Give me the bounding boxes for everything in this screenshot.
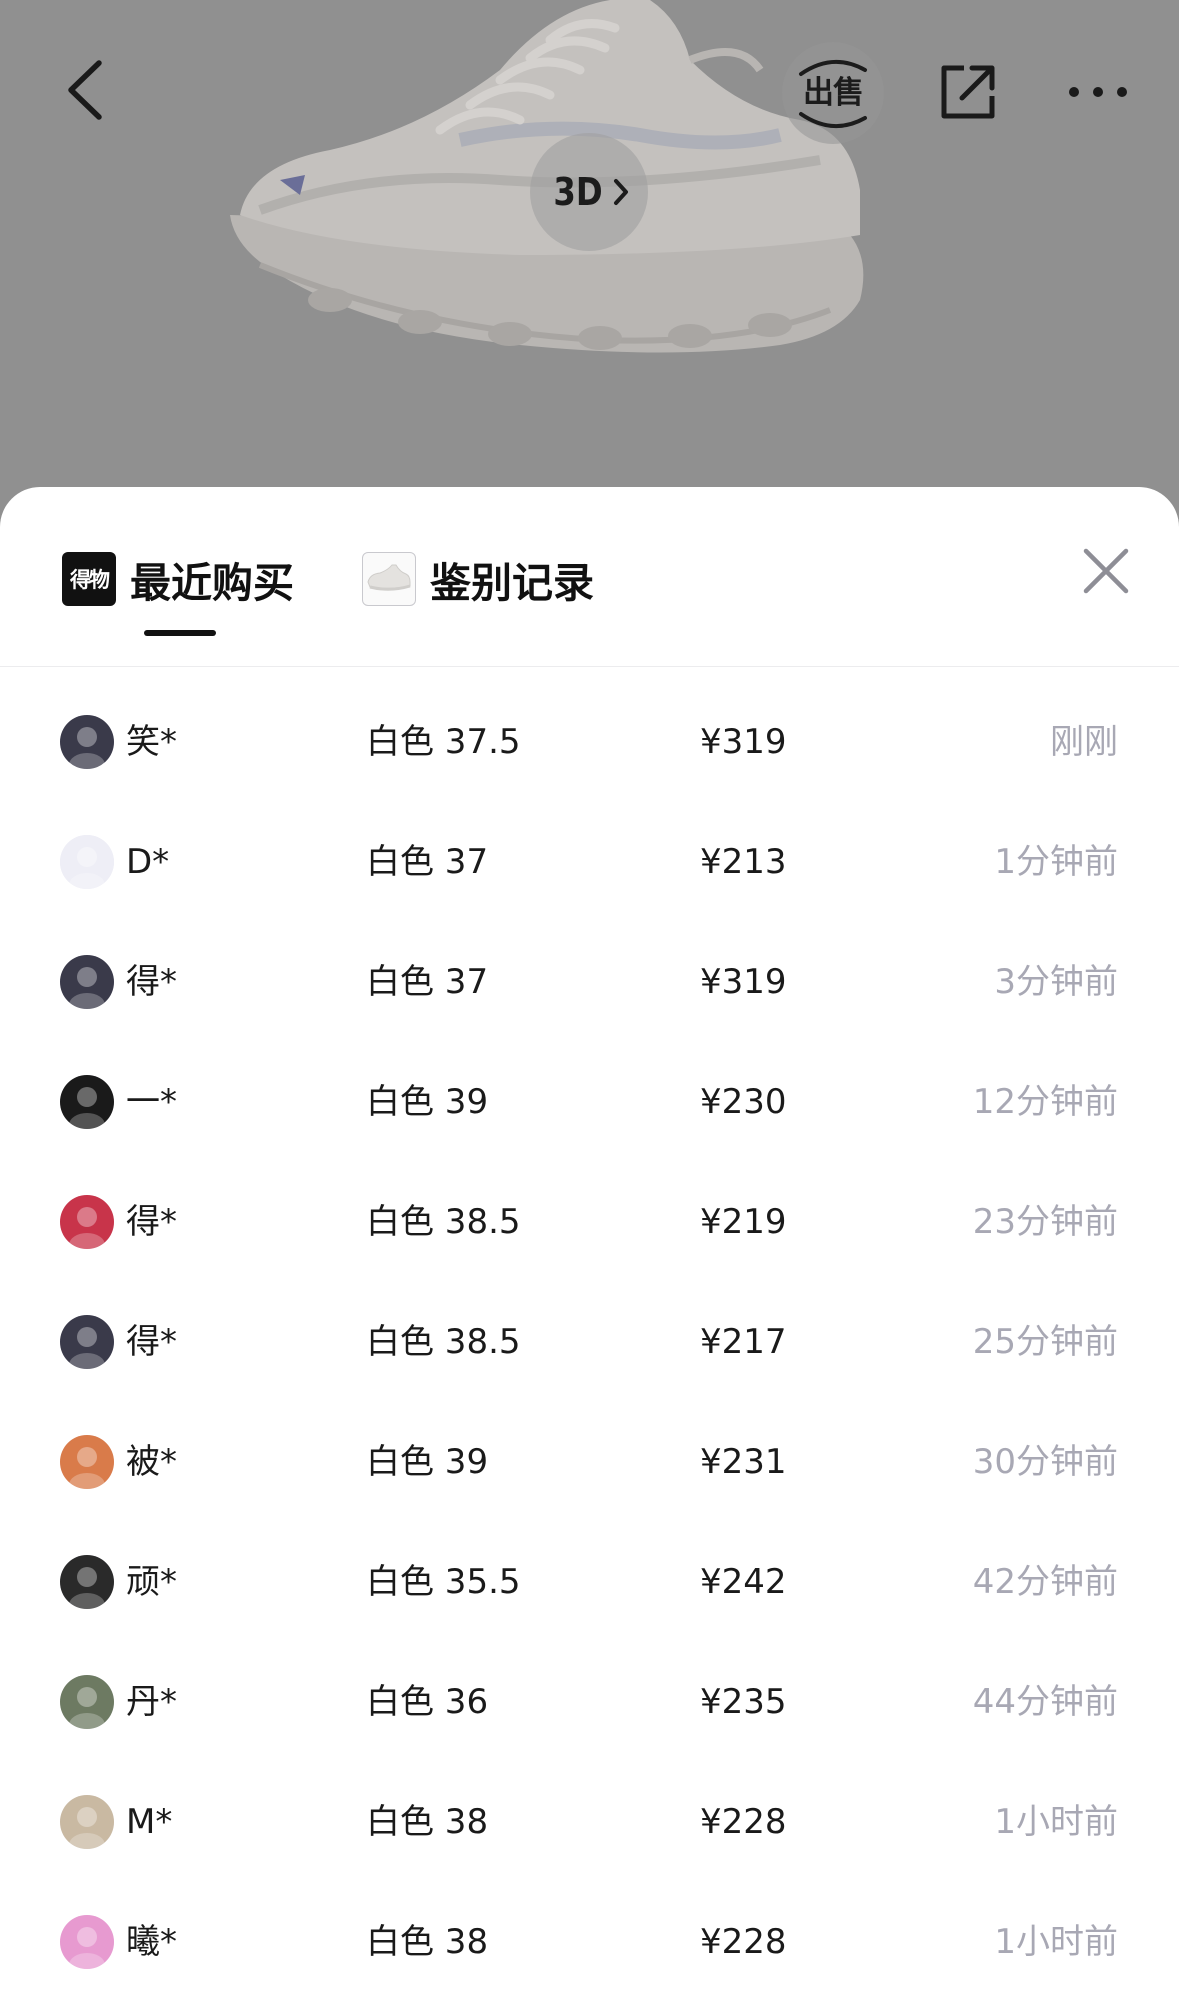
view-3d-button[interactable]: 3D: [530, 133, 648, 251]
user-avatar: [60, 835, 114, 889]
chevron-left-icon: [68, 60, 102, 120]
user-avatar: [60, 1315, 114, 1369]
purchase-time: 12分钟前: [972, 1082, 1118, 1122]
tab-authentication-records-label: 鉴别记录: [430, 559, 594, 607]
purchase-time: 42分钟前: [972, 1562, 1118, 1602]
purchase-price: ¥228: [700, 1802, 787, 1842]
purchase-row: 丹* 白色 36 ¥235 44分钟前: [0, 1642, 1179, 1762]
purchase-time: 3分钟前: [994, 962, 1118, 1002]
product-spec: 白色 35.5: [366, 1562, 521, 1602]
buyer-name: 得*: [126, 1322, 177, 1362]
chevron-right-icon: [613, 179, 628, 205]
purchase-time: 23分钟前: [972, 1202, 1118, 1242]
purchase-time: 1小时前: [994, 1802, 1118, 1842]
purchase-price: ¥319: [700, 722, 787, 762]
buyer-name: 得*: [126, 1202, 177, 1242]
buyer-name: 笑*: [126, 722, 177, 762]
tab-authentication-records[interactable]: 鉴别记录: [362, 549, 594, 609]
purchase-price: ¥242: [700, 1562, 787, 1602]
buyer-name: 得*: [126, 962, 177, 1002]
buyer-name: 丹*: [126, 1682, 177, 1722]
user-avatar: [60, 1795, 114, 1849]
user-avatar: [60, 1195, 114, 1249]
user-avatar: [60, 1675, 114, 1729]
product-spec: 白色 37.5: [366, 722, 521, 762]
dewu-logo-icon: 得物: [62, 552, 116, 606]
sell-label: 出售: [803, 74, 864, 111]
purchase-price: ¥217: [700, 1322, 787, 1362]
purchase-time: 刚刚: [1050, 722, 1118, 762]
purchase-row: 被* 白色 39 ¥231 30分钟前: [0, 1402, 1179, 1522]
view-3d-label: 3D: [553, 170, 603, 214]
buyer-name: 一*: [126, 1082, 177, 1122]
user-avatar: [60, 715, 114, 769]
purchase-time: 1小时前: [994, 1922, 1118, 1962]
close-button[interactable]: [1080, 545, 1132, 597]
product-spec: 白色 38: [366, 1802, 489, 1842]
buyer-name: 曦*: [126, 1922, 177, 1962]
shoe-thumbnail-icon: [362, 552, 416, 606]
buyer-name: D*: [126, 842, 170, 882]
sell-cycle-icon-bottom: [799, 112, 867, 129]
more-button[interactable]: [1058, 62, 1138, 122]
user-avatar: [60, 1915, 114, 1969]
product-spec: 白色 38: [366, 1922, 489, 1962]
purchase-time: 44分钟前: [972, 1682, 1118, 1722]
product-spec: 白色 39: [366, 1082, 489, 1122]
product-spec: 白色 37: [366, 842, 489, 882]
purchase-row: 顽* 白色 35.5 ¥242 42分钟前: [0, 1522, 1179, 1642]
product-spec: 白色 38.5: [366, 1202, 521, 1242]
product-spec: 白色 38.5: [366, 1322, 521, 1362]
product-hero: 出售 3D: [0, 0, 1179, 520]
purchase-price: ¥228: [700, 1922, 787, 1962]
purchase-row: 得* 白色 38.5 ¥217 25分钟前: [0, 1282, 1179, 1402]
product-spec: 白色 37: [366, 962, 489, 1002]
purchase-list: 笑* 白色 37.5 ¥319 刚刚 D* 白色 37 ¥213 1分钟前得* 白色 37 ¥31…: [0, 682, 1179, 2002]
purchase-price: ¥213: [700, 842, 787, 882]
purchase-row: 一* 白色 39 ¥230 12分钟前: [0, 1042, 1179, 1162]
product-screen: 出售 3D 得物 最近购买 鉴别记录 笑* 白色 37.5 ¥319 刚刚 D*…: [0, 0, 1179, 2012]
active-tab-indicator: [144, 630, 216, 636]
purchase-time: 30分钟前: [972, 1442, 1118, 1482]
more-icon: [1069, 87, 1127, 97]
sheet-tabs: 得物 最近购买 鉴别记录: [0, 487, 1179, 667]
back-button[interactable]: [50, 50, 120, 130]
sell-button[interactable]: 出售: [782, 42, 884, 144]
sell-cycle-icon: [799, 59, 867, 76]
user-avatar: [60, 1435, 114, 1489]
purchase-row: 得* 白色 37 ¥319 3分钟前: [0, 922, 1179, 1042]
purchase-row: D* 白色 37 ¥213 1分钟前: [0, 802, 1179, 922]
product-spec: 白色 39: [366, 1442, 489, 1482]
buyer-name: 顽*: [126, 1562, 177, 1602]
purchase-row: 曦* 白色 38 ¥228 1小时前: [0, 1882, 1179, 2002]
purchase-price: ¥230: [700, 1082, 787, 1122]
tab-recent-purchases-label: 最近购买: [130, 559, 294, 607]
purchase-price: ¥219: [700, 1202, 787, 1242]
tab-recent-purchases[interactable]: 得物 最近购买: [62, 549, 294, 609]
product-spec: 白色 36: [366, 1682, 489, 1722]
close-icon: [1083, 548, 1129, 594]
purchase-price: ¥235: [700, 1682, 787, 1722]
user-avatar: [60, 1555, 114, 1609]
buyer-name: M*: [126, 1802, 173, 1842]
purchase-price: ¥231: [700, 1442, 787, 1482]
share-icon: [941, 65, 995, 119]
purchase-row: M* 白色 38 ¥228 1小时前: [0, 1762, 1179, 1882]
user-avatar: [60, 1075, 114, 1129]
buyer-name: 被*: [126, 1442, 177, 1482]
purchase-row: 得* 白色 38.5 ¥219 23分钟前: [0, 1162, 1179, 1282]
purchase-price: ¥319: [700, 962, 787, 1002]
purchase-time: 25分钟前: [972, 1322, 1118, 1362]
purchase-row: 笑* 白色 37.5 ¥319 刚刚: [0, 682, 1179, 802]
share-button[interactable]: [928, 52, 1008, 132]
recent-purchases-sheet: 得物 最近购买 鉴别记录 笑* 白色 37.5 ¥319 刚刚 D* 白色 37 ¥213 1…: [0, 487, 1179, 2012]
user-avatar: [60, 955, 114, 1009]
purchase-time: 1分钟前: [994, 842, 1118, 882]
